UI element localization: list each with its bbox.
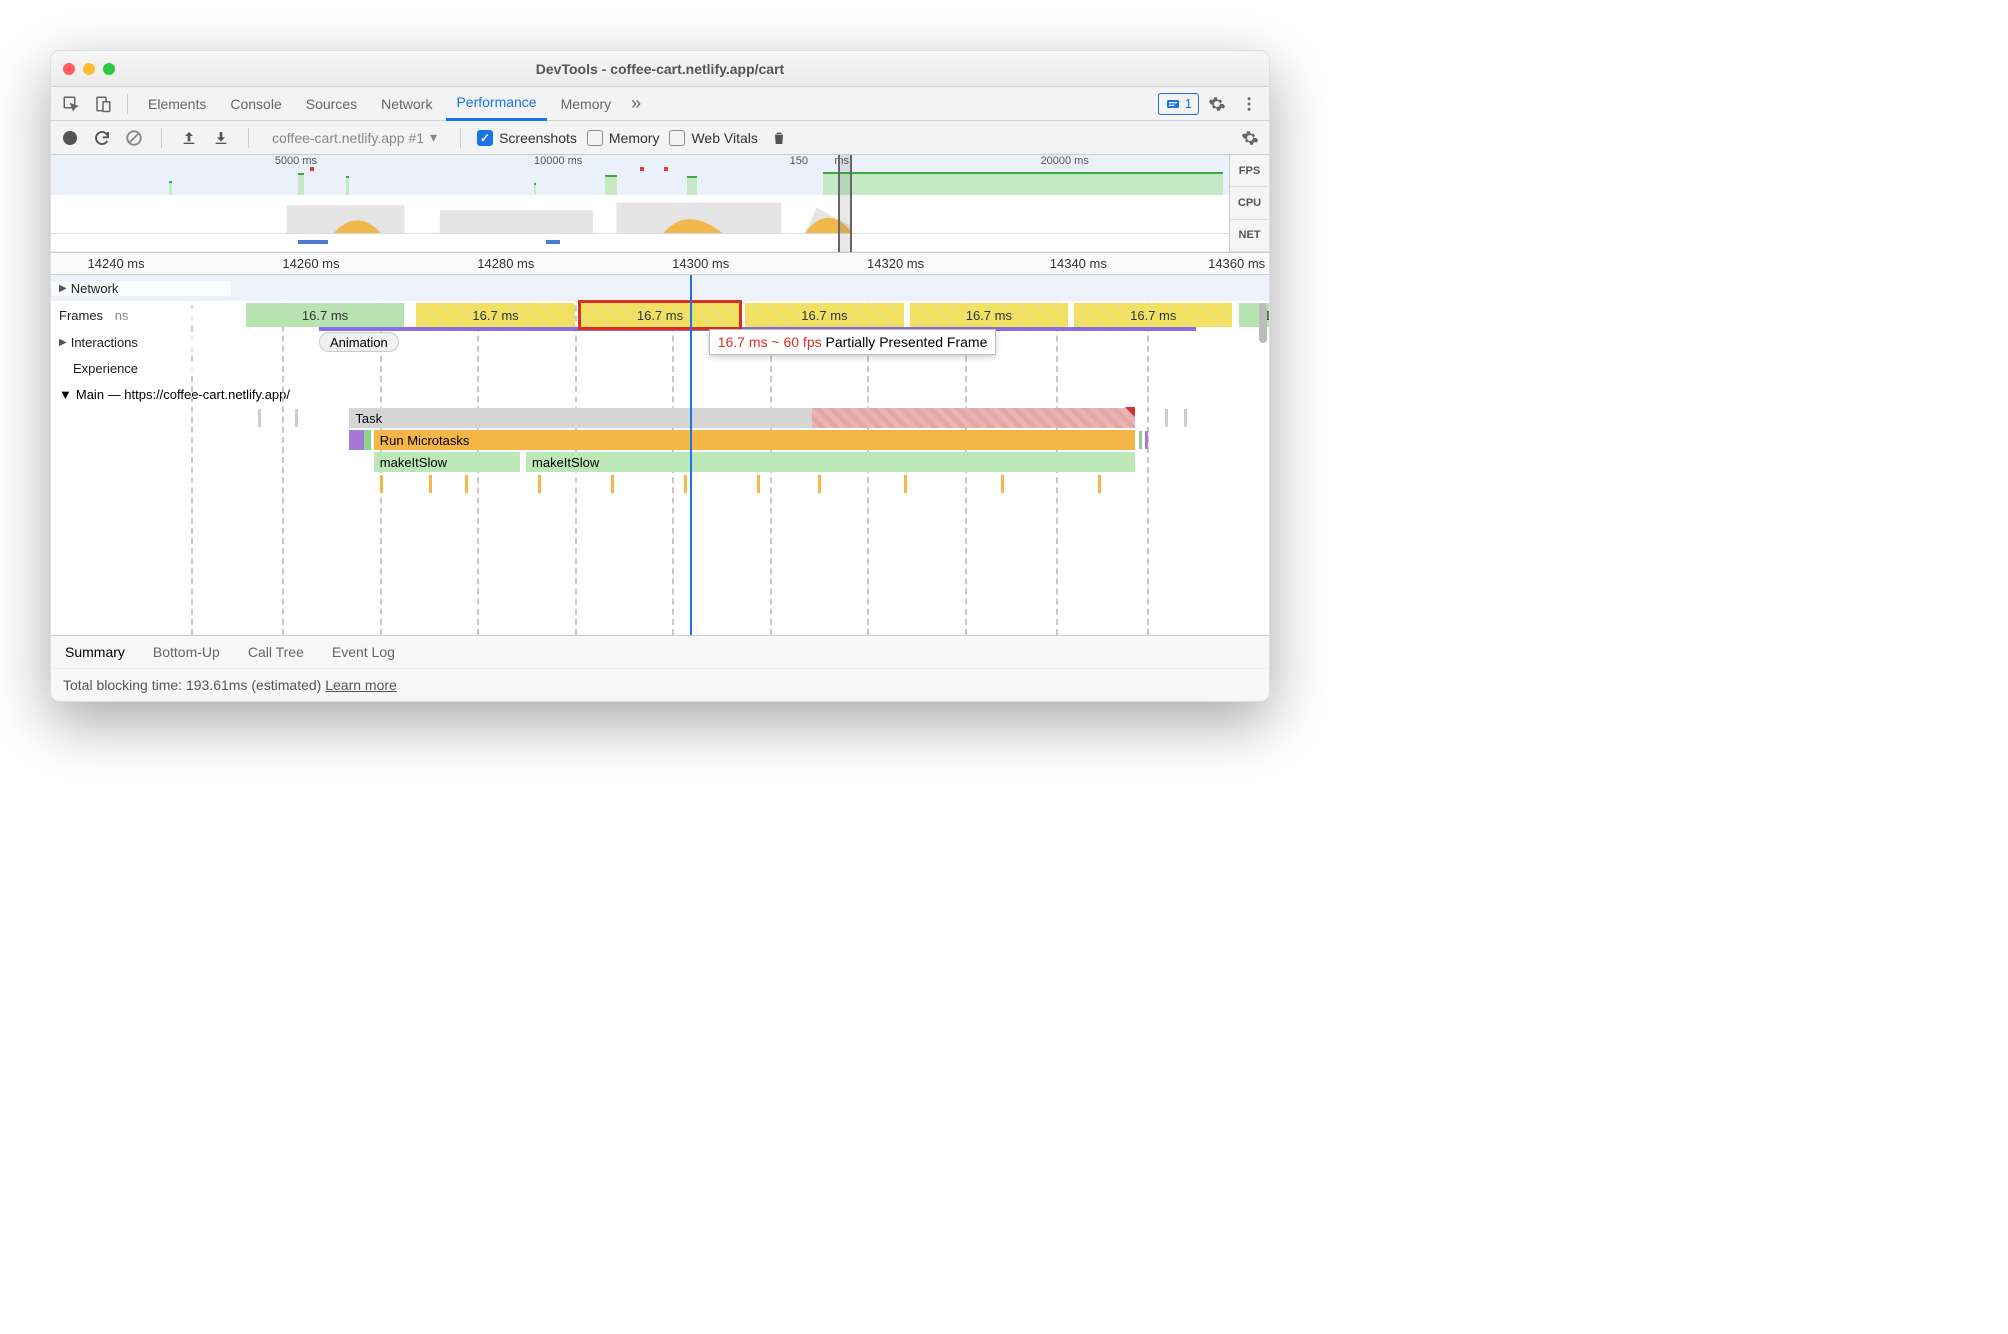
window-title: DevTools - coffee-cart.netlify.app/cart xyxy=(51,61,1269,77)
detail-tab-eventlog[interactable]: Event Log xyxy=(330,638,397,666)
detail-tabs: Summary Bottom-Up Call Tree Event Log xyxy=(51,635,1269,669)
record-button[interactable] xyxy=(59,127,81,149)
detail-tab-bottomup[interactable]: Bottom-Up xyxy=(151,638,222,666)
session-selector[interactable]: coffee-cart.netlify.app #1 ▾ xyxy=(265,126,444,149)
main-thread-header[interactable]: ▼ Main — https://coffee-cart.netlify.app… xyxy=(51,381,1269,407)
frame-tooltip: 16.7 ms ~ 60 fps Partially Presented Fra… xyxy=(709,329,997,355)
expand-arrow-icon[interactable]: ▶ xyxy=(59,283,67,294)
track-label: Interactions xyxy=(71,335,138,350)
tab-memory[interactable]: Memory xyxy=(551,87,622,121)
track-label: Main — https://coffee-cart.netlify.app/ xyxy=(76,387,290,402)
bar[interactable] xyxy=(349,430,364,450)
tooltip-desc: Partially Presented Frame xyxy=(826,334,988,350)
microtasks-bar[interactable]: Run Microtasks xyxy=(374,430,1135,450)
animation-pill[interactable]: Animation xyxy=(319,332,399,352)
delete-profile-icon[interactable] xyxy=(768,127,790,149)
blocking-time-text: Total blocking time: 193.61ms (estimated… xyxy=(63,677,321,693)
learn-more-link[interactable]: Learn more xyxy=(325,677,397,693)
long-task-marker-icon xyxy=(1125,407,1135,417)
frame-segment[interactable]: 16.7 ms xyxy=(416,303,574,327)
issues-count: 1 xyxy=(1185,96,1192,111)
checkbox-off-icon xyxy=(669,130,685,146)
clear-button[interactable] xyxy=(123,127,145,149)
separator xyxy=(460,128,461,148)
main-flamechart[interactable]: Task Run Microtasks makeItSlow makeItSlo… xyxy=(51,407,1269,517)
separator xyxy=(127,94,128,114)
capture-settings-icon[interactable] xyxy=(1239,127,1261,149)
makeitslow-bar-2[interactable]: makeItSlow xyxy=(526,452,1135,472)
scrollbar-thumb[interactable] xyxy=(1259,303,1267,343)
tab-performance[interactable]: Performance xyxy=(446,87,546,121)
checkbox-off-icon xyxy=(587,130,603,146)
fps-row xyxy=(51,171,1229,195)
devtools-window: DevTools - coffee-cart.netlify.app/cart … xyxy=(50,50,1270,702)
expand-arrow-icon[interactable]: ▶ xyxy=(59,337,67,348)
network-track[interactable]: ▶ Network xyxy=(51,275,1269,301)
track-label: Network xyxy=(71,281,119,296)
overview-timeline[interactable]: 5000 ms 10000 ms 150 ms 20000 ms xyxy=(51,155,1269,253)
summary-footer: Total blocking time: 193.61ms (estimated… xyxy=(51,669,1269,701)
checkbox-on-icon xyxy=(477,130,493,146)
screenshots-checkbox[interactable]: Screenshots xyxy=(477,130,577,146)
settings-icon[interactable] xyxy=(1203,90,1231,118)
track-label: Experience xyxy=(73,361,138,376)
task-bar[interactable]: Task xyxy=(349,408,812,428)
panel-tabs: Elements Console Sources Network Perform… xyxy=(51,87,1269,121)
upload-profile-icon[interactable] xyxy=(178,127,200,149)
detail-tab-summary[interactable]: Summary xyxy=(63,638,127,666)
frame-segment[interactable]: 16.7 ms xyxy=(745,303,903,327)
separator xyxy=(248,128,249,148)
overview-lane-labels: FPS CPU NET xyxy=(1229,155,1269,252)
makeitslow-bar[interactable]: makeItSlow xyxy=(374,452,520,472)
frame-segment[interactable]: 16.7 ms xyxy=(581,303,739,327)
tab-console[interactable]: Console xyxy=(220,87,291,121)
titlebar: DevTools - coffee-cart.netlify.app/cart xyxy=(51,51,1269,87)
session-name: coffee-cart.netlify.app #1 xyxy=(272,130,424,146)
cpu-row xyxy=(51,195,1229,233)
device-toggle-icon[interactable] xyxy=(89,90,117,118)
overview-scrubber[interactable] xyxy=(838,155,853,252)
frame-segment[interactable]: 16.7 ms xyxy=(246,303,404,327)
perf-toolbar: coffee-cart.netlify.app #1 ▾ Screenshots… xyxy=(51,121,1269,155)
kebab-menu-icon[interactable] xyxy=(1235,90,1263,118)
reload-record-button[interactable] xyxy=(91,127,113,149)
detail-tab-calltree[interactable]: Call Tree xyxy=(246,638,306,666)
frame-segment[interactable]: 16.7 ms xyxy=(1074,303,1232,327)
webvitals-checkbox[interactable]: Web Vitals xyxy=(669,130,757,146)
chevron-down-icon: ▾ xyxy=(430,129,437,146)
playhead-cursor[interactable] xyxy=(690,275,692,635)
frames-track[interactable]: Frames ns 16.7 ms16.7 ms16.7 ms16.7 ms16… xyxy=(51,301,1269,329)
tab-network[interactable]: Network xyxy=(371,87,442,121)
interactions-track[interactable]: ▶ Interactions Animation 16.7 ms ~ 60 fps… xyxy=(51,329,1269,355)
memory-checkbox[interactable]: Memory xyxy=(587,130,660,146)
experience-track[interactable]: Experience xyxy=(51,355,1269,381)
track-label: Frames xyxy=(59,308,103,323)
download-profile-icon[interactable] xyxy=(210,127,232,149)
task-long-bar[interactable] xyxy=(812,408,1135,428)
tooltip-time: 16.7 ms ~ 60 fps xyxy=(718,334,822,350)
tab-elements[interactable]: Elements xyxy=(138,87,216,121)
frame-segment[interactable]: 16.7 ms xyxy=(910,303,1068,327)
collapse-arrow-icon[interactable]: ▼ xyxy=(59,387,72,402)
tab-sources[interactable]: Sources xyxy=(296,87,367,121)
inspect-icon[interactable] xyxy=(57,90,85,118)
separator xyxy=(161,128,162,148)
bar[interactable] xyxy=(364,430,371,450)
issues-badge[interactable]: 1 xyxy=(1158,93,1199,115)
more-tabs-icon[interactable]: » xyxy=(625,93,647,114)
flamechart-panel[interactable]: ▶ Network Frames ns 16.7 ms16.7 ms16.7 ms… xyxy=(51,275,1269,635)
time-ruler[interactable]: 14240 ms 14260 ms 14280 ms 14300 ms 1432… xyxy=(51,253,1269,275)
net-row xyxy=(51,233,1229,251)
